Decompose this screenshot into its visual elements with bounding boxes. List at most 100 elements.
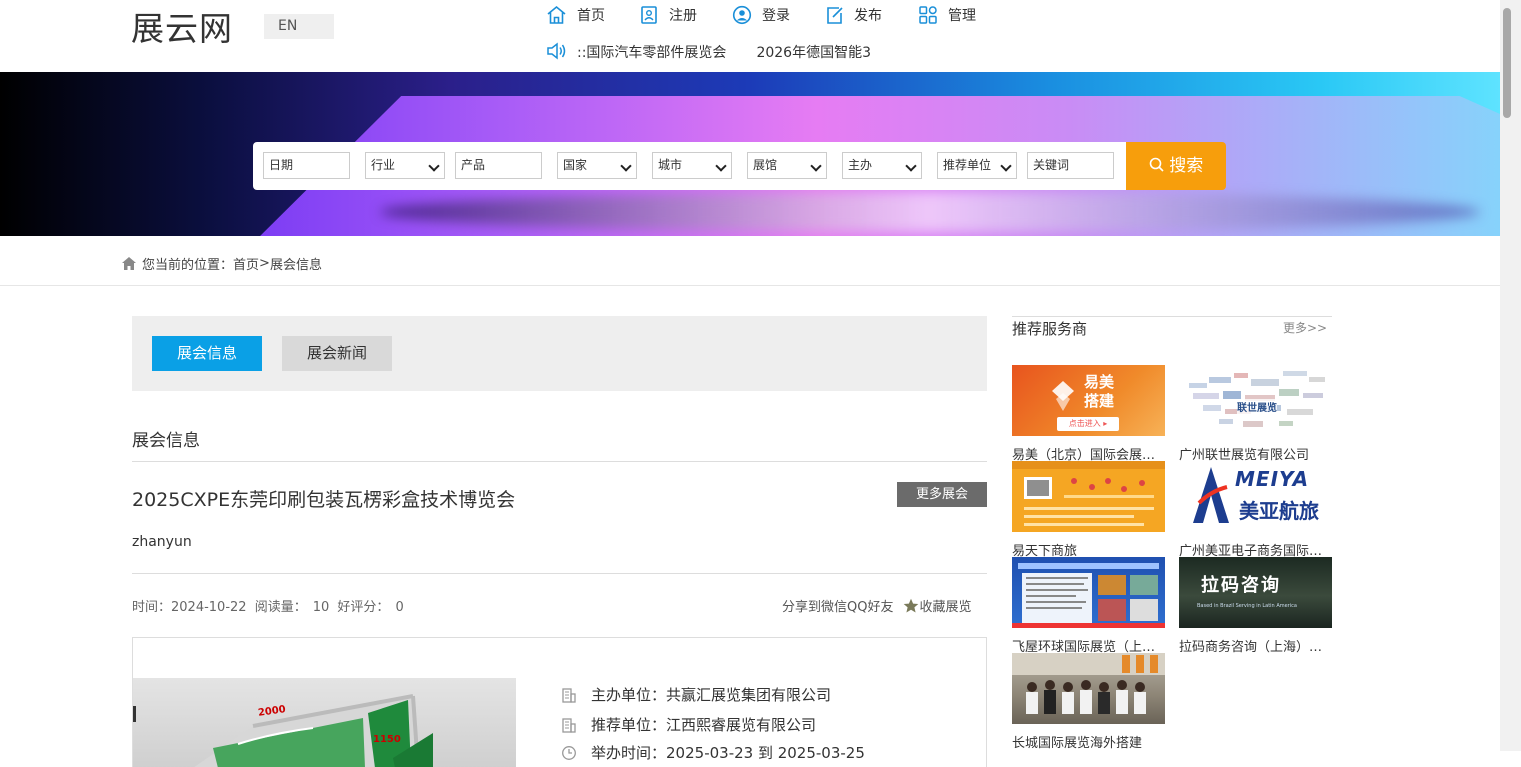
country-select[interactable]: 国家	[557, 152, 637, 179]
event-meta: 时间：2024-10-22 阅读量： 10 好评分： 0	[132, 596, 404, 615]
nav-publish[interactable]: 发布	[825, 5, 882, 25]
provider-logo-subtext: 美亚航旅	[1239, 499, 1319, 523]
sidebar-title: 推荐服务商	[1012, 320, 1088, 338]
provider-logo: MEIYA 美亚航旅	[1179, 461, 1332, 532]
site-logo[interactable]: 展云网	[131, 2, 233, 50]
reads-label: 阅读量：	[254, 600, 307, 615]
booth-render-icon	[133, 694, 433, 767]
ticker-item[interactable]: 2026年德国智能3	[756, 45, 871, 61]
nav-login[interactable]: 登录	[732, 5, 790, 25]
provider-card[interactable]: 易美 搭建 点击进入 ▸ 易美（北京）国际会展服务有限公司	[1012, 365, 1165, 463]
provider-name: 长城国际展览海外搭建	[1012, 736, 1143, 751]
section-title: 展会信息	[132, 431, 200, 451]
provider-card[interactable]: 易天下商旅	[1012, 461, 1165, 559]
breadcrumb-current[interactable]: 展会信息	[270, 254, 322, 273]
product-input[interactable]: 产品	[455, 152, 542, 179]
scrollbar-thumb[interactable]	[1503, 8, 1511, 118]
organizer-row: 主办单位： 共赢汇展览集团有限公司	[561, 684, 831, 705]
tab-exhibition-news[interactable]: 展会新闻	[282, 336, 392, 371]
organizer-value: 共赢汇展览集团有限公司	[666, 686, 832, 704]
provider-logo: 易美 搭建 点击进入 ▸	[1012, 365, 1165, 436]
nav-register[interactable]: 注册	[640, 5, 697, 25]
nav-manage-label: 管理	[948, 8, 976, 24]
time-label: 时间：	[132, 600, 172, 615]
nav-publish-label: 发布	[854, 8, 882, 24]
nav-home[interactable]: 首页	[546, 5, 605, 25]
search-bar: 日期 行业 产品 国家 城市 展馆 主办 推荐单位 关键词	[253, 142, 1126, 190]
tab-bar: 展会信息 展会新闻	[132, 316, 987, 391]
provider-logo	[1012, 557, 1165, 628]
date-input[interactable]: 日期	[263, 152, 350, 179]
home-icon	[547, 5, 566, 24]
industry-select[interactable]: 行业	[365, 152, 445, 179]
divider	[132, 461, 987, 462]
tab-exhibition-info[interactable]: 展会信息	[152, 336, 262, 371]
provider-card[interactable]: 拉码咨询 Based in Brazil Serving in Latin Am…	[1179, 557, 1332, 655]
city-select[interactable]: 城市	[652, 152, 732, 179]
search-button[interactable]: 搜索	[1126, 142, 1226, 190]
banner-glow	[380, 192, 1480, 232]
provider-logo-subtext: Based in Brazil Serving in Latin America	[1197, 603, 1297, 609]
edit-icon	[827, 7, 843, 24]
rating-label: 好评分：	[337, 600, 390, 615]
building-icon	[562, 717, 576, 733]
favorite-link[interactable]: 收藏展览	[919, 596, 971, 615]
search-button-label: 搜索	[1169, 156, 1204, 176]
provider-logo: 联世展览	[1179, 365, 1332, 436]
breadcrumb-home[interactable]: 首页	[233, 254, 259, 273]
site-header: 展云网 EN 首页 注册 登录 发布 管理 ::国际汽车零部件展览会 2026年德…	[0, 0, 1500, 72]
nav-manage[interactable]: 管理	[918, 5, 976, 25]
meiya-logo-icon	[1193, 467, 1229, 523]
booth-image[interactable]: 2000 1150	[133, 678, 516, 767]
divider	[0, 285, 1500, 286]
reads-value: 10	[312, 600, 330, 615]
nav-home-label: 首页	[577, 8, 605, 24]
date-label: 举办时间：	[591, 744, 667, 762]
provider-logo	[1012, 461, 1165, 532]
recommender-label: 推荐单位：	[591, 716, 667, 734]
recommender-value: 江西熙睿展览有限公司	[666, 716, 817, 734]
event-title: 2025CXPE东莞印刷包装瓦楞彩盒技术博览会	[132, 489, 516, 511]
enter-badge: 点击进入 ▸	[1057, 417, 1119, 431]
breadcrumb: 您当前的位置： 首页 > 展会信息	[122, 254, 322, 273]
time-value: 2024-10-22	[171, 600, 247, 615]
divider	[132, 573, 987, 574]
provider-name: 拉码商务咨询（上海）有限公司	[1179, 640, 1332, 655]
building-icon	[562, 687, 576, 703]
language-switch[interactable]: EN	[264, 14, 334, 39]
event-author: zhanyun	[132, 534, 192, 550]
provider-card[interactable]: 联世展览 广州联世展览有限公司	[1179, 365, 1332, 463]
provider-card[interactable]: MEIYA 美亚航旅 广州美亚电子商务国际旅行社有限公司	[1179, 461, 1332, 559]
grid-icon	[919, 6, 937, 24]
provider-logo: 拉码咨询 Based in Brazil Serving in Latin Am…	[1179, 557, 1332, 628]
page-scrollbar[interactable]	[1500, 0, 1521, 751]
more-exhibitions-button[interactable]: 更多展会	[897, 482, 987, 507]
venue-select[interactable]: 展馆	[747, 152, 827, 179]
organizer-select[interactable]: 主办	[842, 152, 922, 179]
event-detail-box: 2000 1150 主办单位： 共赢汇展览集团有限公司 推荐单位： 江西熙睿展览有限…	[132, 637, 987, 767]
diamond-logo-icon	[1052, 381, 1074, 411]
sidebar-more-link[interactable]: 更多>>	[1283, 319, 1327, 336]
share-link[interactable]: 分享到微信QQ好友	[782, 596, 893, 615]
user-icon	[732, 5, 752, 25]
rating-value: 0	[395, 600, 404, 615]
keyword-input[interactable]: 关键词	[1027, 152, 1114, 179]
team-photo-icon	[1012, 653, 1165, 714]
recommender-select[interactable]: 推荐单位	[937, 152, 1017, 179]
ticker-item[interactable]: ::国际汽车零部件展览会	[577, 45, 726, 61]
provider-logo	[1012, 653, 1165, 724]
home-icon	[122, 257, 136, 270]
breadcrumb-prefix: 您当前的位置：	[142, 258, 234, 273]
breadcrumb-sep: >	[259, 256, 270, 271]
provider-logo-text: MEIYA	[1235, 467, 1310, 491]
nav-login-label: 登录	[762, 8, 790, 24]
news-ticker[interactable]: ::国际汽车零部件展览会 2026年德国智能3	[577, 42, 871, 64]
provider-card[interactable]: 长城国际展览海外搭建	[1012, 653, 1165, 751]
provider-card[interactable]: 飞屋环球国际展览（上海）有限公司	[1012, 557, 1165, 655]
recommender-row: 推荐单位： 江西熙睿展览有限公司	[561, 714, 816, 735]
star-icon	[904, 598, 919, 612]
speaker-icon	[547, 42, 566, 60]
share-bar: 分享到微信QQ好友 收藏展览	[782, 596, 971, 615]
provider-logo-text: 易美 搭建	[1084, 373, 1115, 410]
date-value: 2025-03-23 到 2025-03-25	[666, 744, 865, 762]
